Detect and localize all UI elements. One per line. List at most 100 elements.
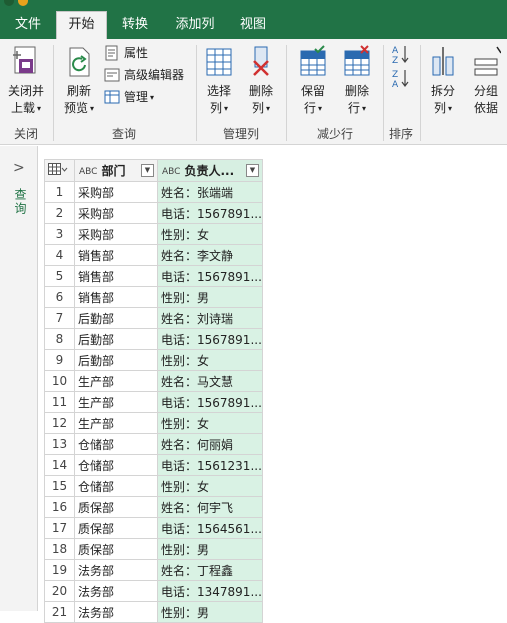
table-row[interactable]: 21 法务部 性别：男: [44, 601, 263, 623]
chevron-right-icon[interactable]: >: [13, 160, 25, 176]
column-header-person[interactable]: ABC 负责人... ▼: [157, 159, 263, 182]
cell-person-info[interactable]: 电话：1567891...: [157, 328, 263, 350]
row-number[interactable]: 11: [44, 391, 75, 413]
cell-person-info[interactable]: 姓名：丁程鑫: [157, 559, 263, 581]
row-number[interactable]: 20: [44, 580, 75, 602]
cell-person-info[interactable]: 姓名：马文慧: [157, 370, 263, 392]
cell-person-info[interactable]: 姓名：李文静: [157, 244, 263, 266]
cell-dept[interactable]: 法务部: [74, 559, 158, 581]
cell-dept[interactable]: 仓储部: [74, 475, 158, 497]
table-row[interactable]: 20 法务部 电话：1347891...: [44, 580, 263, 602]
cell-person-info[interactable]: 电话：1567891...: [157, 265, 263, 287]
cell-dept[interactable]: 后勤部: [74, 328, 158, 350]
remove-rows-button[interactable]: 删除 行 ▾: [336, 45, 378, 117]
row-number[interactable]: 5: [44, 265, 75, 287]
row-number[interactable]: 21: [44, 601, 75, 623]
advanced-editor-button[interactable]: 高级编辑器: [104, 65, 184, 85]
cell-dept[interactable]: 法务部: [74, 601, 158, 623]
cell-person-info[interactable]: 性别：男: [157, 538, 263, 560]
column-header-dept[interactable]: ABC 部门 ▼: [74, 159, 158, 182]
cell-person-info[interactable]: 电话：1567891...: [157, 391, 263, 413]
row-number[interactable]: 7: [44, 307, 75, 329]
cell-person-info[interactable]: 性别：女: [157, 475, 263, 497]
table-row[interactable]: 10 生产部 姓名：马文慧: [44, 370, 263, 392]
row-number[interactable]: 12: [44, 412, 75, 434]
table-row[interactable]: 1 采购部 姓名：张端端: [44, 181, 263, 203]
refresh-preview-button[interactable]: 刷新 预览 ▾: [58, 45, 100, 117]
cell-dept[interactable]: 生产部: [74, 412, 158, 434]
table-row[interactable]: 5 销售部 电话：1567891...: [44, 265, 263, 287]
cell-dept[interactable]: 质保部: [74, 496, 158, 518]
table-row[interactable]: 16 质保部 姓名：何宇飞: [44, 496, 263, 518]
table-row[interactable]: 8 后勤部 电话：1567891...: [44, 328, 263, 350]
table-row[interactable]: 19 法务部 姓名：丁程鑫: [44, 559, 263, 581]
table-row[interactable]: 9 后勤部 性别：女: [44, 349, 263, 371]
sort-descending-button[interactable]: Z A: [388, 67, 414, 94]
cell-dept[interactable]: 仓储部: [74, 454, 158, 476]
cell-person-info[interactable]: 电话：1567891...: [157, 202, 263, 224]
close-load-button[interactable]: 关闭并 上载 ▾: [2, 45, 50, 117]
cell-person-info[interactable]: 姓名：何宇飞: [157, 496, 263, 518]
cell-person-info[interactable]: 电话：1347891...: [157, 580, 263, 602]
cell-dept[interactable]: 销售部: [74, 286, 158, 308]
cell-dept[interactable]: 采购部: [74, 181, 158, 203]
row-number[interactable]: 10: [44, 370, 75, 392]
tab-transform[interactable]: 转换: [111, 13, 159, 39]
cell-dept[interactable]: 质保部: [74, 517, 158, 539]
cell-person-info[interactable]: 性别：男: [157, 601, 263, 623]
table-row[interactable]: 6 销售部 性别：男: [44, 286, 263, 308]
filter-dropdown-icon[interactable]: ▼: [245, 164, 259, 177]
row-number[interactable]: 1: [44, 181, 75, 203]
row-number[interactable]: 15: [44, 475, 75, 497]
table-corner[interactable]: [44, 159, 75, 182]
cell-person-info[interactable]: 性别：女: [157, 223, 263, 245]
row-number[interactable]: 4: [44, 244, 75, 266]
cell-dept[interactable]: 法务部: [74, 580, 158, 602]
properties-button[interactable]: 属性: [104, 43, 148, 63]
cell-person-info[interactable]: 性别：男: [157, 286, 263, 308]
cell-person-info[interactable]: 电话：1561231...: [157, 454, 263, 476]
table-row[interactable]: 2 采购部 电话：1567891...: [44, 202, 263, 224]
cell-dept[interactable]: 仓储部: [74, 433, 158, 455]
cell-dept[interactable]: 生产部: [74, 370, 158, 392]
cell-person-info[interactable]: 姓名：刘诗瑞: [157, 307, 263, 329]
split-column-button[interactable]: 拆分 列 ▾: [424, 45, 462, 117]
table-row[interactable]: 3 采购部 性别：女: [44, 223, 263, 245]
cell-dept[interactable]: 采购部: [74, 223, 158, 245]
row-number[interactable]: 9: [44, 349, 75, 371]
cell-person-info[interactable]: 姓名：张端端: [157, 181, 263, 203]
row-number[interactable]: 8: [44, 328, 75, 350]
row-number[interactable]: 19: [44, 559, 75, 581]
cell-person-info[interactable]: 性别：女: [157, 412, 263, 434]
table-row[interactable]: 7 后勤部 姓名：刘诗瑞: [44, 307, 263, 329]
row-number[interactable]: 3: [44, 223, 75, 245]
table-row[interactable]: 12 生产部 性别：女: [44, 412, 263, 434]
table-row[interactable]: 4 销售部 姓名：李文静: [44, 244, 263, 266]
remove-columns-button[interactable]: 删除 列 ▾: [242, 45, 280, 117]
cell-person-info[interactable]: 性别：女: [157, 349, 263, 371]
tab-file[interactable]: 文件: [4, 13, 52, 39]
cell-dept[interactable]: 生产部: [74, 391, 158, 413]
tab-view[interactable]: 视图: [229, 13, 277, 39]
row-number[interactable]: 14: [44, 454, 75, 476]
row-number[interactable]: 18: [44, 538, 75, 560]
row-number[interactable]: 2: [44, 202, 75, 224]
table-row[interactable]: 14 仓储部 电话：1561231...: [44, 454, 263, 476]
keep-rows-button[interactable]: 保留 行 ▾: [292, 45, 334, 117]
cell-dept[interactable]: 采购部: [74, 202, 158, 224]
filter-dropdown-icon[interactable]: ▼: [141, 164, 154, 177]
table-row[interactable]: 15 仓储部 性别：女: [44, 475, 263, 497]
manage-button[interactable]: 管理 ▾: [104, 87, 154, 107]
row-number[interactable]: 6: [44, 286, 75, 308]
cell-person-info[interactable]: 姓名：何丽娟: [157, 433, 263, 455]
cell-dept[interactable]: 质保部: [74, 538, 158, 560]
cell-person-info[interactable]: 电话：1564561...: [157, 517, 263, 539]
cell-dept[interactable]: 销售部: [74, 265, 158, 287]
cell-dept[interactable]: 后勤部: [74, 349, 158, 371]
sort-ascending-button[interactable]: A Z: [388, 43, 414, 70]
table-row[interactable]: 18 质保部 性别：男: [44, 538, 263, 560]
table-row[interactable]: 11 生产部 电话：1567891...: [44, 391, 263, 413]
row-number[interactable]: 17: [44, 517, 75, 539]
group-by-button[interactable]: 分组 依据: [466, 45, 506, 117]
table-row[interactable]: 17 质保部 电话：1564561...: [44, 517, 263, 539]
